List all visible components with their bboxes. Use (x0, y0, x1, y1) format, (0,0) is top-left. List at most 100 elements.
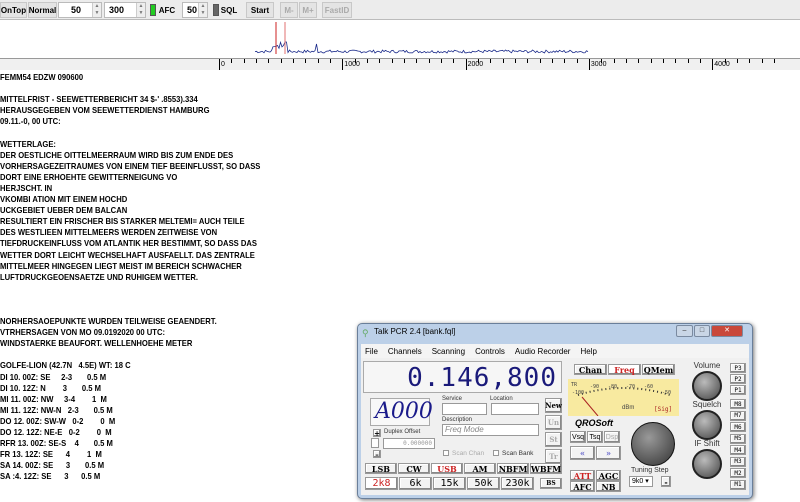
text-line (0, 83, 260, 94)
spin-arrows-icon[interactable]: ▲ ▼ (198, 3, 207, 17)
minimize-button[interactable]: – (676, 325, 693, 337)
spin-arrows-icon[interactable]: ▲ ▼ (92, 3, 101, 17)
filter-2k8[interactable]: 2k8 (365, 477, 398, 490)
tune-down-button[interactable]: « (570, 446, 595, 460)
filter-15k[interactable]: 15k (433, 477, 466, 490)
tuning-knob[interactable] (631, 422, 675, 466)
scale-tick (428, 59, 430, 63)
filter-50k[interactable]: 50k (467, 477, 500, 490)
menu-channels[interactable]: Channels (388, 347, 422, 356)
duplex-minus-button[interactable]: – (373, 450, 381, 459)
scale-tick (268, 59, 270, 63)
tune-up-button[interactable]: » (596, 446, 621, 460)
mode-cw[interactable]: CW (398, 463, 430, 474)
text-line: RESULTIERT EIN FRISCHER BIS STARKER MELT… (0, 216, 245, 227)
sql-label[interactable]: SQL (220, 2, 238, 18)
side-button-tr[interactable]: Tr (545, 449, 562, 464)
side-button-un[interactable]: Un (545, 415, 562, 430)
squelch-knob[interactable] (692, 410, 722, 440)
memory-m3[interactable]: M3 (730, 456, 746, 467)
window-title: Talk PCR 2.4 [bank.fql] (374, 327, 456, 336)
volume-knob[interactable] (692, 371, 722, 401)
mode-nbfm[interactable]: NBFM (497, 463, 529, 474)
spin3-input[interactable]: 50 ▲ ▼ (182, 2, 208, 18)
vsq-button-dsp[interactable]: Dsp (604, 431, 620, 443)
scan-chan-checkbox[interactable] (443, 450, 449, 456)
tuning-step-minus-button[interactable]: - (661, 476, 671, 487)
scale-label: 4000 (714, 61, 730, 68)
memory-m8[interactable]: M8 (730, 399, 746, 409)
text-line: MITTELFRIST - SEEWETTERBERICHT 34 $-' .8… (0, 94, 198, 105)
scan-bank-checkbox[interactable] (493, 450, 499, 456)
maximize-button[interactable]: □ (694, 325, 710, 337)
scale-tick (440, 59, 442, 63)
tab-chan[interactable]: Chan (574, 364, 607, 375)
filter-230k[interactable]: 230k (501, 477, 534, 490)
scale-tick (416, 59, 418, 63)
frequency-display[interactable]: 0.146,800 (363, 361, 562, 393)
scale-tick (638, 59, 640, 63)
location-input[interactable] (491, 403, 539, 415)
memory-m4[interactable]: M4 (730, 445, 746, 455)
nb-button[interactable]: NB (596, 481, 621, 492)
preset-p2[interactable]: P2 (730, 374, 746, 384)
scale-tick (317, 59, 319, 63)
text-line: SA 14. 00Z: SE 3 0.5 M (0, 460, 105, 471)
spectrum-display[interactable] (0, 20, 800, 58)
memory-m1[interactable]: M1 (730, 479, 746, 490)
memory-m7[interactable]: M7 (730, 410, 746, 421)
text-line: VORHERSAGEZEITRAUMES VON EINEM TIEF BEEI… (0, 160, 261, 171)
sql-led-icon[interactable] (213, 4, 219, 16)
filter-6k[interactable]: 6k (399, 477, 432, 490)
memory-m6[interactable]: M6 (730, 422, 746, 432)
duplex-offset-input[interactable]: 0.000000 (383, 438, 435, 449)
tuning-step-select[interactable]: 9k0 ▾ (629, 476, 653, 487)
knob-label: Squelch (692, 400, 722, 409)
normal-button[interactable]: Normal (28, 2, 57, 18)
if-shift-knob[interactable] (692, 449, 722, 479)
tab-freq[interactable]: Freq (608, 364, 641, 375)
mode-wbfm[interactable]: WBFM (530, 463, 562, 474)
service-input[interactable] (442, 403, 487, 415)
vsq-button-tsq[interactable]: Tsq (587, 431, 603, 443)
ontop-button[interactable]: OnTop (0, 2, 27, 18)
scale-tick (576, 59, 578, 63)
afc-led-icon[interactable] (150, 4, 156, 16)
mode-am[interactable]: AM (464, 463, 496, 474)
spin-arrows-icon[interactable]: ▲ ▼ (136, 3, 145, 17)
spin2-input[interactable]: 300 ▲ ▼ (104, 2, 146, 18)
menu-help[interactable]: Help (580, 347, 596, 356)
description-input[interactable]: Freq Mode (442, 424, 539, 436)
bs-button[interactable]: BS (540, 478, 562, 489)
agc-button[interactable]: AGC (596, 470, 621, 481)
scale-tick (342, 59, 344, 70)
m-plus-button[interactable]: M+ (299, 2, 317, 18)
side-button-new[interactable]: New (545, 398, 562, 413)
start-button[interactable]: Start (246, 2, 274, 18)
decoded-text: FEMM54 EDZW 090600 MITTELFRIST - SEEWETTE… (0, 72, 260, 482)
afc-label[interactable]: AFC (158, 2, 176, 18)
preset-p3[interactable]: P3 (730, 363, 746, 373)
menu-scanning[interactable]: Scanning (432, 347, 465, 356)
duplex-checkbox[interactable] (371, 438, 379, 448)
vsq-button-vsq[interactable]: Vsq (570, 431, 586, 443)
close-button[interactable]: ✕ (711, 325, 743, 337)
menu-file[interactable]: File (365, 347, 378, 356)
side-button-st[interactable]: St (545, 432, 562, 447)
att-button[interactable]: ATT (570, 470, 595, 481)
fastid-button[interactable]: FastID (322, 2, 352, 18)
memory-m2[interactable]: M2 (730, 468, 746, 478)
text-line: WETTERLAGE: (0, 138, 56, 149)
preset-p1[interactable]: P1 (730, 385, 746, 395)
menu-audio-recorder[interactable]: Audio Recorder (515, 347, 571, 356)
menu-controls[interactable]: Controls (475, 347, 505, 356)
mode-usb[interactable]: USB (431, 463, 463, 474)
spin1-input[interactable]: 50 ▲ ▼ (58, 2, 102, 18)
mode-lsb[interactable]: LSB (365, 463, 397, 474)
memory-m5[interactable]: M5 (730, 433, 746, 444)
afc-button[interactable]: AFC (570, 481, 595, 492)
m-minus-button[interactable]: M- (280, 2, 298, 18)
duplex-plus-button[interactable]: + (373, 429, 381, 438)
tab-qmem[interactable]: QMem (642, 364, 675, 375)
knob-label: Volume (693, 361, 721, 370)
